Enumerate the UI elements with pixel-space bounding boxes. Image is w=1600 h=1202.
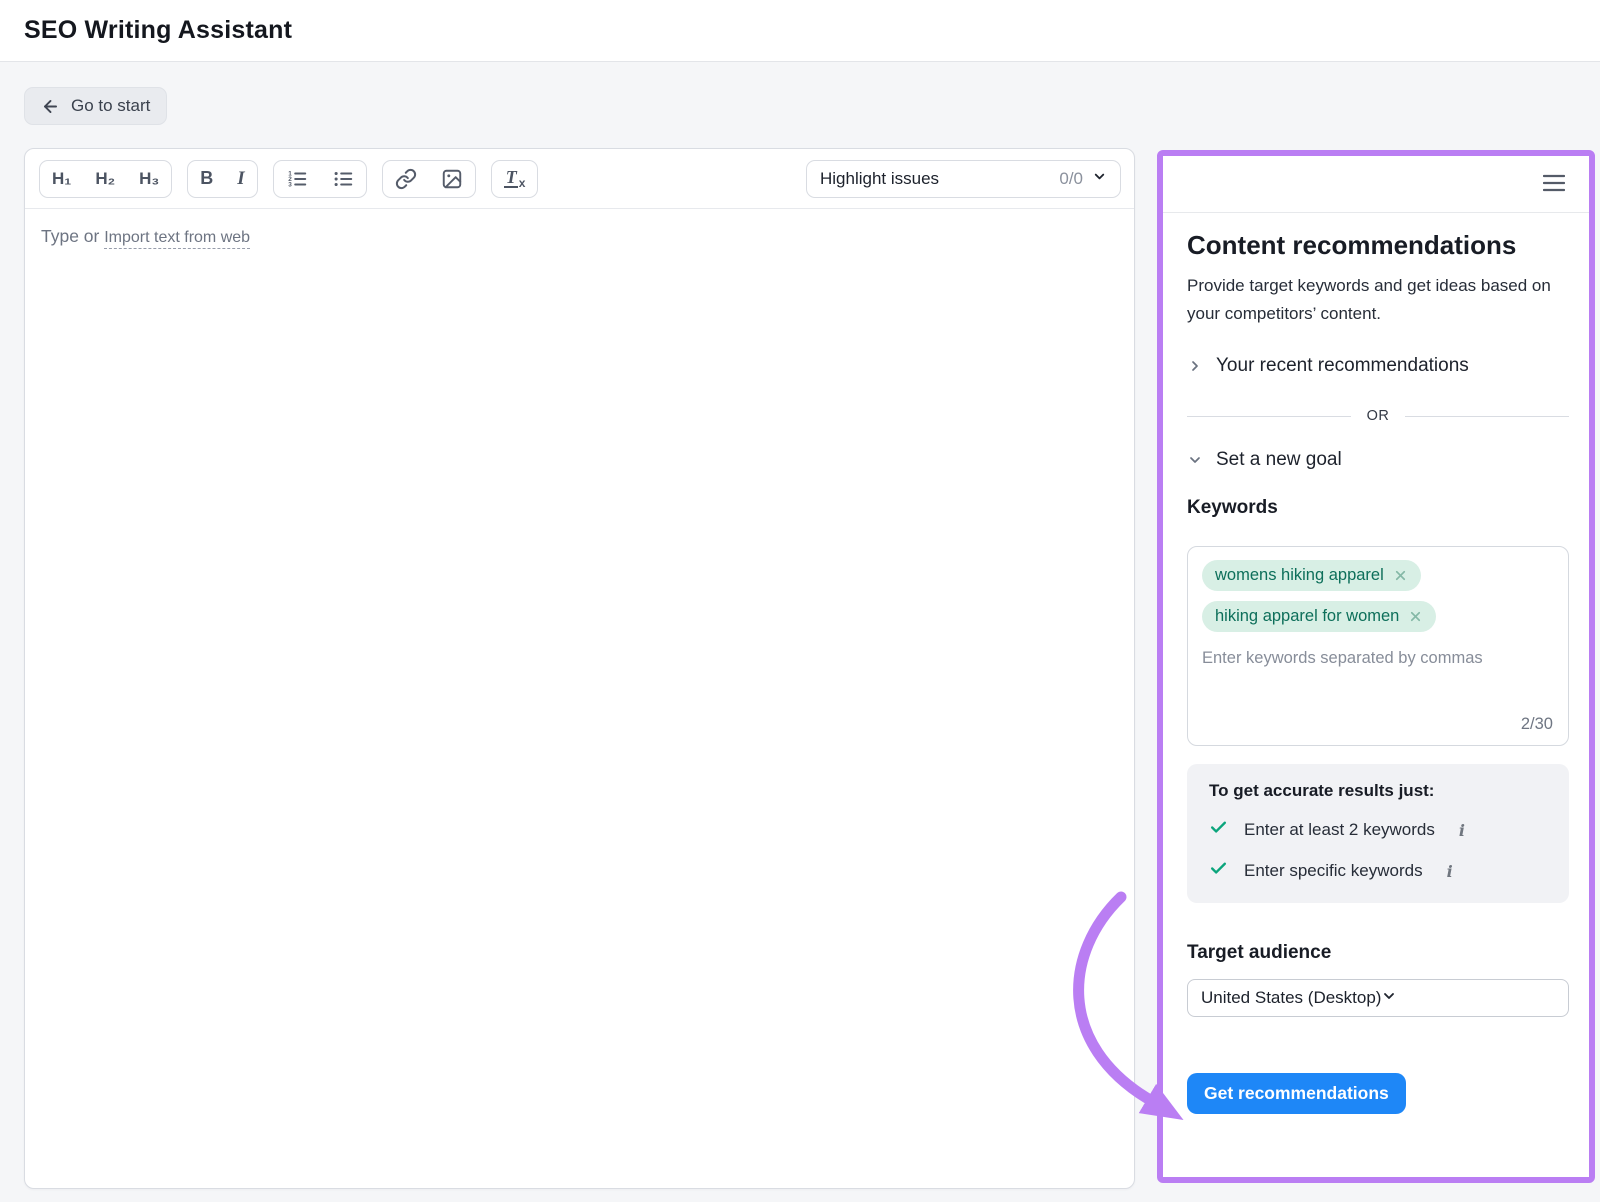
panel-content: Content recommendations Provide target k… xyxy=(1163,230,1589,1114)
panel-title: Content recommendations xyxy=(1187,230,1569,261)
tip-row: Enter specific keywords i xyxy=(1209,859,1547,883)
keyword-tag-list: womens hiking apparel hiking apparel for… xyxy=(1202,560,1554,642)
editor-placeholder: Type or xyxy=(41,226,104,246)
italic-button[interactable]: I xyxy=(225,161,256,197)
editor-content-area[interactable]: Type or Import text from web xyxy=(25,209,1134,264)
clear-formatting-button[interactable]: Tx xyxy=(492,161,538,197)
editor-toolbar: H₁ H₂ H₃ B I 123 xyxy=(25,149,1134,209)
panel-description: Provide target keywords and get ideas ba… xyxy=(1187,272,1569,328)
target-audience-heading: Target audience xyxy=(1187,942,1569,964)
or-divider: OR xyxy=(1187,408,1569,424)
arrow-left-icon xyxy=(41,97,60,116)
insert-image-button[interactable] xyxy=(429,161,475,197)
highlight-issues-label: Highlight issues xyxy=(820,169,939,189)
svg-text:3: 3 xyxy=(288,181,292,188)
list-button-group: 123 xyxy=(273,160,367,198)
format-button-group: B I xyxy=(187,160,257,198)
keywords-placeholder: Enter keywords separated by commas xyxy=(1202,649,1554,668)
target-audience-value: United States (Desktop) xyxy=(1201,988,1381,1008)
info-icon[interactable]: i xyxy=(1447,862,1453,881)
clear-format-button-group: Tx xyxy=(491,160,539,198)
import-text-link[interactable]: Import text from web xyxy=(104,229,250,249)
chevron-down-icon xyxy=(1083,169,1107,189)
bold-button[interactable]: B xyxy=(188,161,225,197)
check-icon xyxy=(1209,818,1228,842)
app-header: SEO Writing Assistant xyxy=(0,0,1600,62)
tips-box: To get accurate results just: Enter at l… xyxy=(1187,764,1569,903)
tip-row: Enter at least 2 keywords i xyxy=(1209,818,1547,842)
check-icon xyxy=(1209,859,1228,883)
link-icon xyxy=(395,168,417,190)
panel-header-bar xyxy=(1163,156,1589,213)
keyword-tag: womens hiking apparel xyxy=(1202,560,1421,591)
heading-button-group: H₁ H₂ H₃ xyxy=(39,160,172,198)
highlight-issues-count: 0/0 xyxy=(1059,169,1083,189)
divider-line xyxy=(1405,416,1569,417)
or-label: OR xyxy=(1367,408,1390,424)
remove-keyword-icon[interactable] xyxy=(1408,609,1423,624)
image-icon xyxy=(441,168,463,190)
h3-button[interactable]: H₃ xyxy=(127,161,171,197)
set-new-goal-toggle[interactable]: Set a new goal xyxy=(1187,449,1569,471)
keywords-heading: Keywords xyxy=(1187,497,1569,519)
editor-card: H₁ H₂ H₃ B I 123 xyxy=(24,148,1135,1189)
content-recommendations-panel: Content recommendations Provide target k… xyxy=(1157,150,1595,1183)
chevron-down-icon xyxy=(1381,988,1397,1009)
keywords-counter: 2/30 xyxy=(1521,715,1553,734)
divider-line xyxy=(1187,416,1351,417)
set-new-goal-label: Set a new goal xyxy=(1216,449,1342,471)
unordered-list-button[interactable] xyxy=(320,161,366,197)
chevron-right-icon xyxy=(1187,358,1203,374)
keyword-tag-label: womens hiking apparel xyxy=(1215,566,1384,585)
hamburger-menu-icon xyxy=(1543,180,1565,195)
recent-recommendations-label: Your recent recommendations xyxy=(1216,355,1469,377)
insert-button-group xyxy=(382,160,476,198)
get-recommendations-button[interactable]: Get recommendations xyxy=(1187,1073,1406,1114)
keyword-tag-label: hiking apparel for women xyxy=(1215,607,1399,626)
highlight-issues-dropdown[interactable]: Highlight issues 0/0 xyxy=(806,160,1121,198)
clear-formatting-icon: Tx xyxy=(504,168,526,190)
keywords-input-box[interactable]: womens hiking apparel hiking apparel for… xyxy=(1187,546,1569,746)
tip-label: Enter at least 2 keywords xyxy=(1244,820,1435,840)
target-audience-select[interactable]: United States (Desktop) xyxy=(1187,979,1569,1017)
go-to-start-button[interactable]: Go to start xyxy=(24,87,167,125)
insert-link-button[interactable] xyxy=(383,161,429,197)
recent-recommendations-toggle[interactable]: Your recent recommendations xyxy=(1187,355,1569,377)
ordered-list-icon: 123 xyxy=(286,168,308,190)
page-title: SEO Writing Assistant xyxy=(24,16,292,45)
ordered-list-button[interactable]: 123 xyxy=(274,161,320,197)
h2-button[interactable]: H₂ xyxy=(83,161,127,197)
chevron-down-icon xyxy=(1187,452,1203,468)
go-to-start-label: Go to start xyxy=(71,96,150,116)
tip-label: Enter specific keywords xyxy=(1244,861,1423,881)
panel-menu-button[interactable] xyxy=(1539,170,1569,199)
tips-title: To get accurate results just: xyxy=(1209,781,1547,801)
keyword-tag: hiking apparel for women xyxy=(1202,601,1436,632)
info-icon[interactable]: i xyxy=(1459,821,1465,840)
remove-keyword-icon[interactable] xyxy=(1393,568,1408,583)
h1-button[interactable]: H₁ xyxy=(40,161,83,197)
unordered-list-icon xyxy=(332,168,354,190)
